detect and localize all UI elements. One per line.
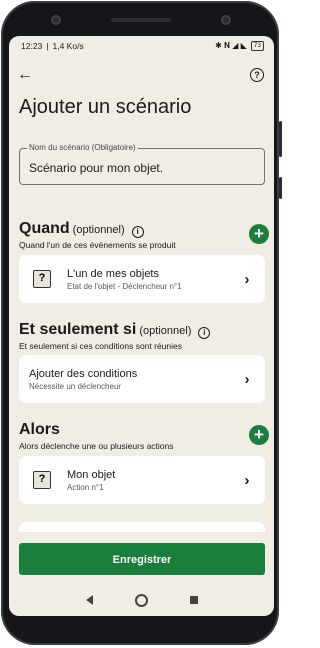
phone-frame: 12:23 | 1,4 Ko/s ✱ 𝐍 ◢ ◣ 73 ← ? Ajouter … <box>1 1 282 645</box>
scenario-name-value[interactable]: Scénario pour mon objet. <box>29 161 163 175</box>
trigger-card-subtitle: Etat de l'objet - Déclencheur n°1 <box>67 281 182 291</box>
trigger-card-title: L'un de mes objets <box>67 267 159 280</box>
speaker-grille <box>111 18 171 22</box>
nav-recent-icon[interactable] <box>189 596 198 604</box>
seulement-subtitle: Et seulement si ces conditions sont réun… <box>19 341 183 351</box>
volume-button <box>279 121 282 157</box>
nav-home-icon[interactable] <box>134 593 148 607</box>
section-alors: Alors Alors déclenche une ou plusieurs a… <box>19 421 269 451</box>
conditions-card[interactable]: Ajouter des conditions Nécessite un décl… <box>19 355 265 403</box>
scenario-name-label: Nom du scénario (Obligatoire) <box>27 143 138 152</box>
screen: 12:23 | 1,4 Ko/s ✱ 𝐍 ◢ ◣ 73 ← ? Ajouter … <box>9 36 274 616</box>
battery-icon: 73 <box>250 41 264 51</box>
quand-subtitle: Quand l'un de ces évènements se produit <box>19 240 176 250</box>
action-card-subtitle: Action n°1 <box>67 482 104 492</box>
section-seulement: Et seulement si (optionnel) i Et seuleme… <box>19 321 267 351</box>
back-arrow-icon[interactable]: ← <box>17 66 33 84</box>
section-quand: Quand (optionnel) i Quand l'un de ces év… <box>19 220 269 250</box>
status-icons: ✱ 𝐍 ◢ ◣ <box>215 41 247 50</box>
info-icon[interactable]: i <box>198 327 211 339</box>
power-button <box>279 177 282 199</box>
action-card-title: Mon objet <box>67 468 116 481</box>
camera-bar <box>51 11 231 29</box>
action-card[interactable]: ? Mon objet Action n°1 › <box>19 456 265 504</box>
quand-title: Quand <box>19 220 70 237</box>
object-icon: ? <box>33 471 51 489</box>
chevron-right-icon: › <box>244 270 250 288</box>
status-time: 12:23 <box>21 41 43 51</box>
sensor-icon <box>221 15 231 25</box>
status-bar: 12:23 | 1,4 Ko/s ✱ 𝐍 ◢ ◣ 73 <box>9 36 274 56</box>
trigger-card[interactable]: ? L'un de mes objets Etat de l'objet - D… <box>19 255 265 303</box>
status-speed: 1,4 Ko/s <box>52 41 84 51</box>
add-trigger-button[interactable]: + <box>249 224 269 244</box>
camera-icon <box>51 15 61 25</box>
top-app-bar: ← ? <box>9 56 274 94</box>
object-icon: ? <box>33 270 51 288</box>
page-title: Ajouter un scénario <box>19 96 192 118</box>
alors-title: Alors <box>19 421 60 438</box>
seulement-title: Et seulement si <box>19 321 137 338</box>
seulement-optional: (optionnel) <box>139 325 192 337</box>
conditions-card-subtitle: Nécessite un déclencheur <box>29 381 122 391</box>
chevron-right-icon: › <box>244 370 250 388</box>
system-nav-bar <box>9 584 274 616</box>
nav-back-icon[interactable] <box>85 595 93 605</box>
save-button[interactable]: Enregistrer <box>19 543 265 575</box>
conditions-card-title: Ajouter des conditions <box>29 367 138 380</box>
chevron-right-icon: › <box>244 471 250 489</box>
info-icon[interactable]: i <box>131 226 144 238</box>
add-action-button[interactable]: + <box>249 425 269 445</box>
alors-subtitle: Alors déclenche une ou plusieurs actions <box>19 441 174 451</box>
scenario-name-field[interactable]: Nom du scénario (Obligatoire) Scénario p… <box>19 143 265 185</box>
quand-optional: (optionnel) <box>72 224 125 236</box>
help-icon[interactable]: ? <box>250 68 264 82</box>
